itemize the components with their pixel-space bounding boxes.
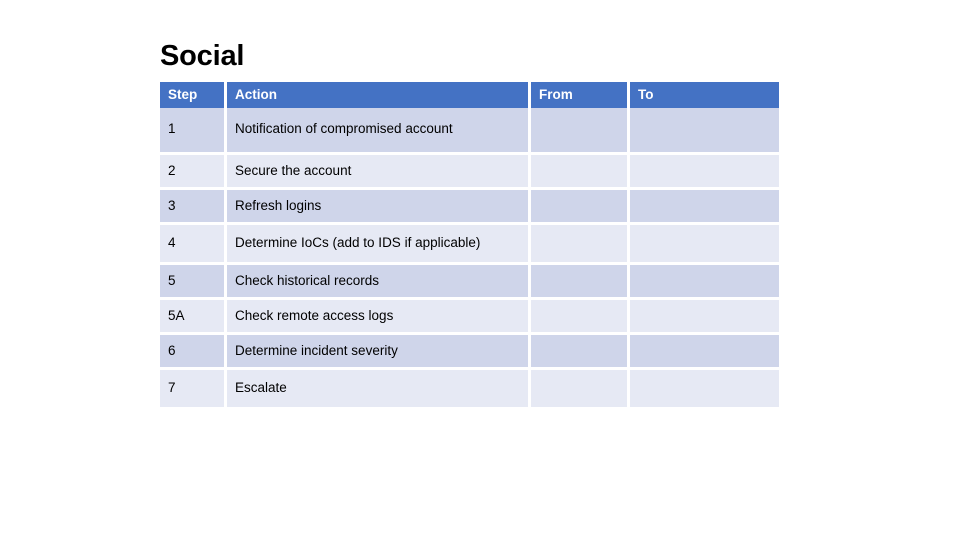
header-row: Step Action From To	[160, 82, 779, 108]
table-row: 5A Check remote access logs	[160, 300, 779, 335]
page-title: Social	[160, 40, 245, 72]
table-row: 7 Escalate	[160, 370, 779, 410]
cell-step: 5A	[160, 300, 227, 335]
cell-to	[630, 155, 779, 190]
cell-from	[531, 225, 630, 265]
cell-from	[531, 265, 630, 300]
cell-to	[630, 335, 779, 370]
cell-from	[531, 190, 630, 225]
cell-from	[531, 155, 630, 190]
cell-action: Escalate	[227, 370, 531, 410]
cell-from	[531, 300, 630, 335]
table-row: 3 Refresh logins	[160, 190, 779, 225]
cell-action: Check historical records	[227, 265, 531, 300]
cell-to	[630, 190, 779, 225]
cell-step: 5	[160, 265, 227, 300]
cell-action: Check remote access logs	[227, 300, 531, 335]
cell-action: Determine incident severity	[227, 335, 531, 370]
cell-to	[630, 108, 779, 155]
cell-step: 6	[160, 335, 227, 370]
column-header-action: Action	[227, 82, 531, 108]
table-row: 2 Secure the account	[160, 155, 779, 190]
table-row: 1 Notification of compromised account	[160, 108, 779, 155]
column-header-to: To	[630, 82, 779, 108]
cell-from	[531, 370, 630, 410]
cell-step: 3	[160, 190, 227, 225]
column-header-step: Step	[160, 82, 227, 108]
cell-to	[630, 300, 779, 335]
cell-to	[630, 370, 779, 410]
cell-action: Determine IoCs (add to IDS if applicable…	[227, 225, 531, 265]
cell-action: Notification of compromised account	[227, 108, 531, 155]
cell-step: 2	[160, 155, 227, 190]
table-row: 5 Check historical records	[160, 265, 779, 300]
table-header: Step Action From To	[160, 82, 779, 108]
cell-to	[630, 225, 779, 265]
cell-action: Refresh logins	[227, 190, 531, 225]
cell-step: 4	[160, 225, 227, 265]
steps-grid: Step Action From To 1 Notification of co…	[160, 82, 779, 410]
process-steps-table: Step Action From To 1 Notification of co…	[160, 82, 779, 410]
cell-step: 1	[160, 108, 227, 155]
slide-canvas: Social Step Action From To 1 Notificatio…	[0, 0, 960, 540]
table-body: 1 Notification of compromised account 2 …	[160, 108, 779, 410]
cell-to	[630, 265, 779, 300]
cell-from	[531, 108, 630, 155]
table-row: 4 Determine IoCs (add to IDS if applicab…	[160, 225, 779, 265]
table-row: 6 Determine incident severity	[160, 335, 779, 370]
cell-from	[531, 335, 630, 370]
cell-action: Secure the account	[227, 155, 531, 190]
cell-step: 7	[160, 370, 227, 410]
column-header-from: From	[531, 82, 630, 108]
